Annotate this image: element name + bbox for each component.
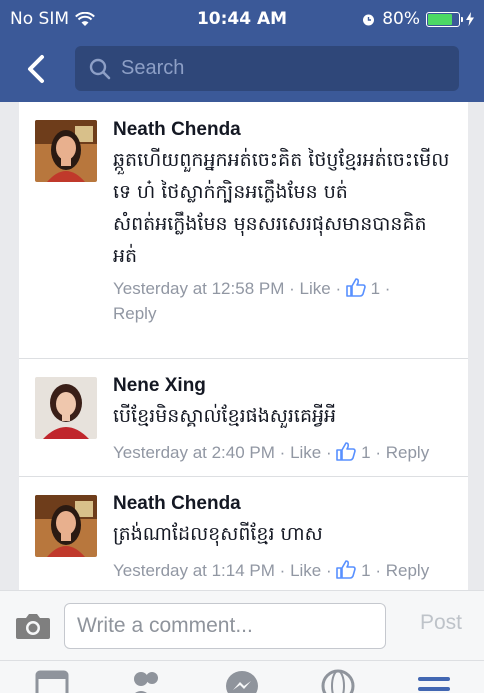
back-chevron-icon[interactable] [20, 52, 54, 86]
separator: · [384, 279, 391, 298]
comment-list[interactable]: Neath Chenda ឆ្កួតហើយពួកអ្នកអត់ចេះគិត ថៃ… [19, 102, 468, 590]
comment-text: បើខ្មែរមិនស្គាល់ខ្មែរផងសួរគេអ្វីអី [113, 405, 337, 427]
comment-timestamp[interactable]: Yesterday at 2:40 PM [113, 443, 275, 462]
search-icon [89, 58, 111, 79]
like-count[interactable]: 1 [361, 561, 370, 580]
more-menu-icon[interactable] [414, 669, 454, 693]
comment-body: Nene Xing បើខ្មែរមិនស្គាល់ខ្មែរផងសួរគេអ្… [113, 374, 452, 465]
comment-body: Neath Chenda ឆ្កួតហើយពួកអ្នកអត់ចេះគិត ថៃ… [113, 118, 452, 326]
like-count[interactable]: 1 [371, 279, 380, 298]
reply-link[interactable]: Reply [386, 443, 429, 462]
reply-link[interactable]: Reply [113, 304, 156, 323]
separator: · [375, 561, 381, 580]
charging-icon [466, 12, 474, 26]
comment-text: ត្រង់ណាដែលខុសពីខ្មែរ ហាស [113, 523, 323, 545]
comment-meta: Yesterday at 12:58 PM · Like · 1 · Reply [113, 276, 452, 326]
status-right: 80% [361, 9, 474, 29]
messenger-icon[interactable] [222, 669, 262, 693]
separator: · [375, 443, 381, 462]
comment-timestamp[interactable]: Yesterday at 1:14 PM [113, 561, 275, 580]
separator: · [279, 561, 286, 580]
globe-icon[interactable] [318, 669, 358, 693]
like-count[interactable]: 1 [361, 443, 370, 462]
alarm-icon [363, 14, 375, 25]
comment-meta: Yesterday at 1:14 PM · Like · 1 · Reply [113, 558, 452, 583]
comment-text: ឆ្កួតហើយពួកអ្នកអត់ចេះគិត ថៃប្ញខ្មែរអត់ចេ… [113, 149, 450, 267]
comment-input[interactable] [64, 603, 386, 649]
like-link[interactable]: Like [300, 279, 331, 298]
avatar[interactable] [35, 120, 97, 182]
separator: · [279, 443, 286, 462]
commenter-name[interactable]: Nene Xing [113, 374, 452, 398]
separator: · [325, 561, 332, 580]
like-link[interactable]: Like [290, 561, 321, 580]
avatar[interactable] [35, 377, 97, 439]
battery-percent: 80% [382, 9, 420, 29]
commenter-name[interactable]: Neath Chenda [113, 118, 452, 142]
friend-requests-icon[interactable] [126, 669, 166, 693]
news-feed-icon[interactable] [33, 669, 73, 693]
comment-meta: Yesterday at 2:40 PM · Like · 1 · Reply [113, 440, 452, 465]
comment-composer: Post [0, 590, 484, 660]
post-button[interactable]: Post [420, 611, 462, 635]
battery-icon [426, 11, 463, 27]
like-link[interactable]: Like [290, 443, 321, 462]
comment-timestamp[interactable]: Yesterday at 12:58 PM [113, 279, 284, 298]
comment-item: Nene Xing បើខ្មែរមិនស្គាល់ខ្មែរផងសួរគេអ្… [19, 359, 468, 477]
comment-item: Neath Chenda ឆ្កួតហើយពួកអ្នកអត់ចេះគិត ថៃ… [19, 102, 468, 359]
comment-item: Neath Chenda ត្រង់ណាដែលខុសពីខ្មែរ ហាស Ye… [19, 477, 468, 590]
separator: · [325, 443, 332, 462]
separator: · [289, 279, 295, 298]
status-bar: No SIM 10:44 AM 80% [0, 0, 484, 40]
thumbs-up-icon[interactable] [336, 442, 357, 461]
tab-bar [0, 660, 484, 693]
thumbs-up-icon[interactable] [346, 278, 366, 297]
thumbs-up-icon[interactable] [336, 560, 357, 579]
navigation-bar [0, 40, 484, 102]
avatar[interactable] [35, 495, 97, 557]
reply-link[interactable]: Reply [386, 561, 429, 580]
camera-icon[interactable] [15, 611, 51, 641]
search-input[interactable] [121, 57, 421, 80]
commenter-name[interactable]: Neath Chenda [113, 492, 452, 516]
search-bar[interactable] [75, 46, 459, 91]
separator: · [335, 279, 342, 298]
battery-level [428, 13, 452, 25]
comment-body: Neath Chenda ត្រង់ណាដែលខុសពីខ្មែរ ហាស Ye… [113, 492, 452, 583]
